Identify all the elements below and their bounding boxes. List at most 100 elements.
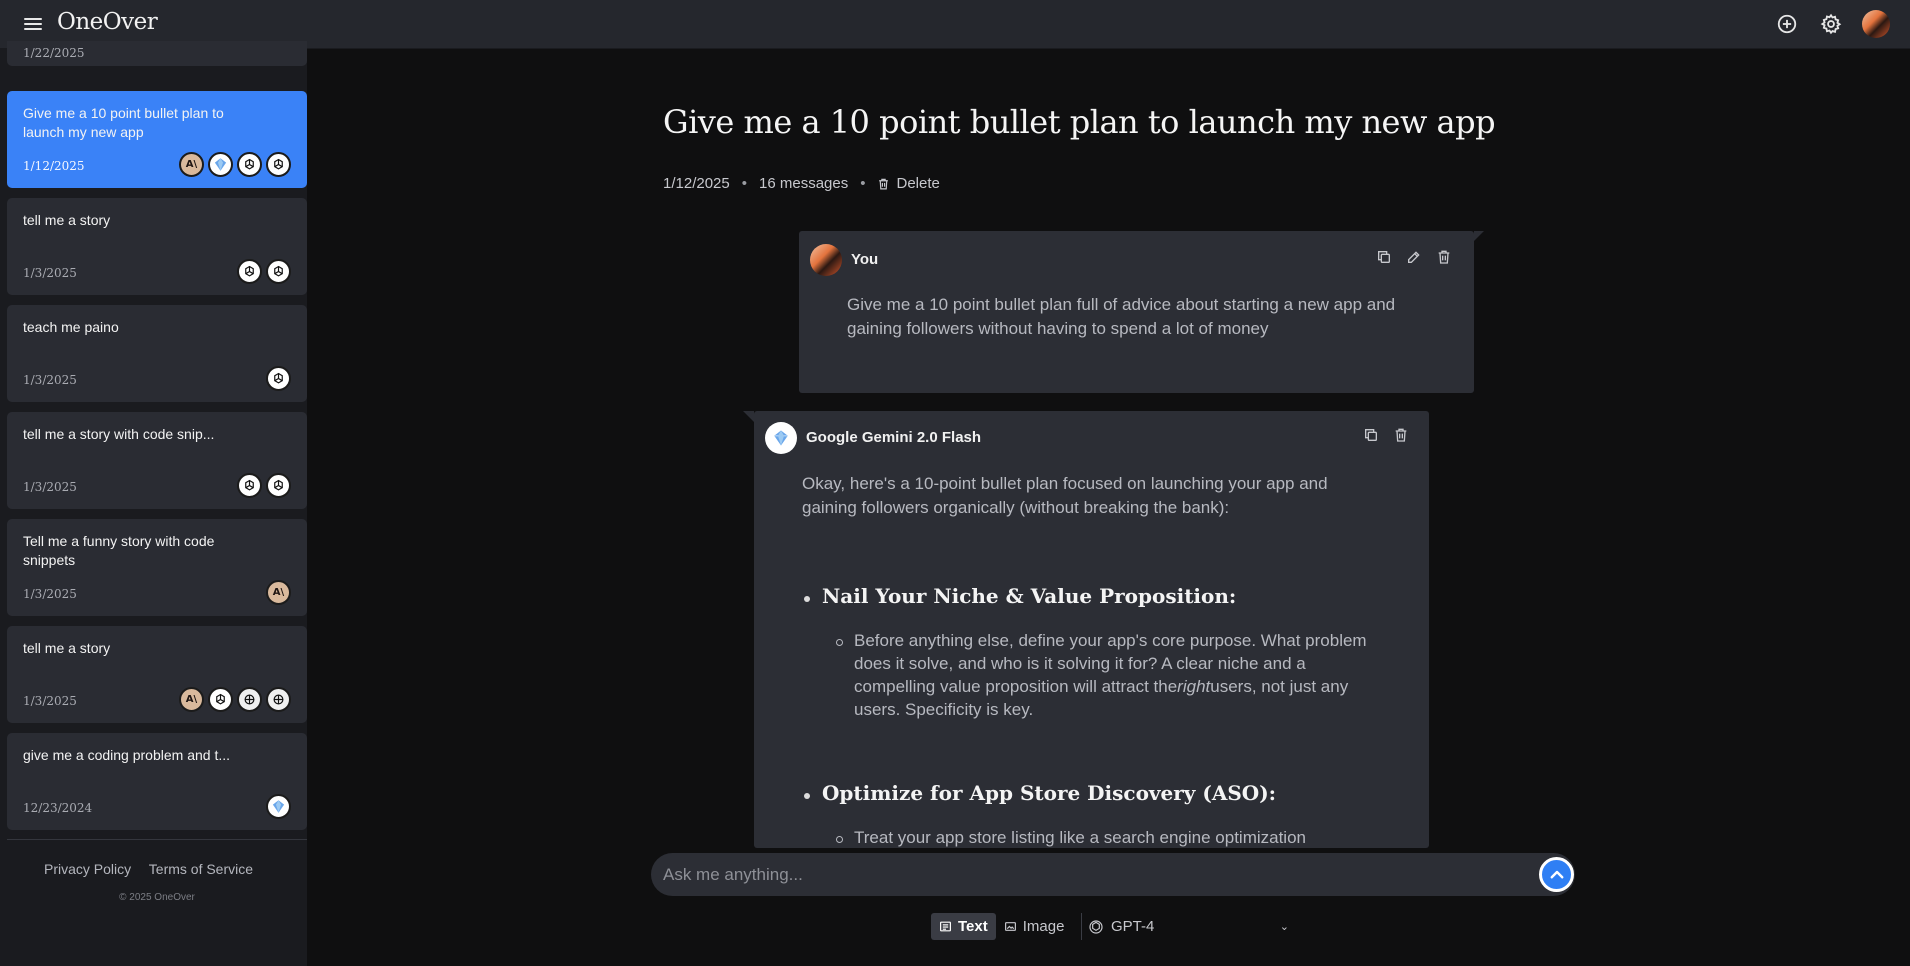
openai-icon (237, 473, 262, 498)
meta-separator: • (860, 175, 866, 192)
chat-item-date: 1/3/2025 (23, 694, 77, 708)
delete-label: Delete (896, 175, 940, 192)
edit-pencil-icon[interactable] (1406, 249, 1422, 265)
chat-history-item[interactable]: teach me paino 1/3/2025 (7, 305, 307, 402)
ai-point-heading: Optimize for App Store Discovery (ASO): (822, 781, 1277, 805)
ai-message-intro: Okay, here's a 10-point bullet plan focu… (802, 474, 1328, 517)
chat-history-item[interactable]: tell me a story 1/3/2025 (7, 198, 307, 295)
ai-point-heading: Nail Your Niche & Value Proposition: (822, 584, 1237, 608)
openai-alt-icon (237, 687, 262, 712)
image-mode-button[interactable]: Image (996, 913, 1073, 940)
chat-item-models: A\ (179, 687, 291, 712)
ai-sender-name: Google Gemini 2.0 Flash (806, 429, 982, 446)
anthropic-icon: A\ (179, 687, 204, 712)
openai-icon (208, 687, 233, 712)
sidebar-footer-links: Privacy Policy Terms of Service (44, 861, 267, 877)
text-mode-button[interactable]: Text (931, 913, 996, 940)
text-mode-label: Text (958, 918, 988, 935)
chat-history-item[interactable]: Tell me a funny story with code snippets… (7, 519, 307, 616)
bullet-marker (804, 596, 810, 602)
ai-point-detail: Treat your app store listing like a sear… (854, 828, 1306, 847)
user-sender-name: You (851, 251, 879, 268)
chat-item-title: tell me a story (23, 212, 111, 228)
image-icon (1004, 922, 1016, 931)
delete-message-icon[interactable] (1436, 249, 1452, 265)
chat-history-item[interactable]: Give me a 10 point bullet plan to launch… (7, 91, 307, 188)
sidebar: 1/22/2025 Give me a 10 point bullet plan … (0, 41, 307, 966)
sidebar-divider (7, 839, 307, 840)
copy-icon[interactable] (1363, 427, 1379, 443)
gemini-avatar-icon (765, 422, 797, 454)
chat-history-item[interactable]: tell me a story with code snip... 1/3/202… (7, 412, 307, 509)
chat-item-date: 12/23/2024 (23, 801, 93, 815)
conversation-title: Give me a 10 point bullet plan to launch… (663, 103, 1496, 141)
send-button[interactable] (1539, 857, 1574, 892)
settings-gear-icon[interactable] (1820, 13, 1842, 35)
user-message-avatar (810, 244, 842, 276)
chat-item-title: Give me a 10 point bullet plan to launch… (23, 105, 224, 140)
delete-conversation-button[interactable]: Delete (877, 175, 940, 192)
text-doc-icon (940, 921, 951, 932)
chat-item-date: 1/3/2025 (23, 373, 77, 387)
delete-message-icon[interactable] (1393, 427, 1409, 443)
chat-history-item[interactable]: give me a coding problem and t... 12/23/2… (7, 733, 307, 830)
bullet-marker (804, 793, 810, 799)
terms-of-service-link[interactable]: Terms of Service (149, 861, 253, 877)
user-message-actions (1376, 249, 1452, 265)
chat-item-title: give me a coding problem and t... (23, 747, 231, 763)
chat-item-date: 1/12/2025 (23, 159, 85, 173)
gemini-icon (208, 152, 233, 177)
chat-item-date: 1/3/2025 (23, 587, 77, 601)
chat-item-title: tell me a story (23, 640, 111, 656)
chat-history-item[interactable]: tell me a story 1/3/2025 A\ (7, 626, 307, 723)
openai-icon (237, 152, 262, 177)
openai-icon (1089, 919, 1103, 934)
conversation-date: 1/12/2025 (663, 175, 730, 192)
conversation-meta: 1/12/2025 • 16 messages • Delete (663, 175, 940, 192)
gemini-icon (266, 794, 291, 819)
openai-icon (266, 152, 291, 177)
chat-item-date: 1/3/2025 (23, 480, 77, 494)
chat-item-models (237, 259, 291, 284)
privacy-policy-link[interactable]: Privacy Policy (44, 861, 131, 877)
copyright-text: © 2025 OneOver (119, 892, 195, 903)
anthropic-icon: A\ (266, 580, 291, 605)
mode-toggle: Text Image (931, 913, 1072, 940)
chat-item-date: 1/22/2025 (23, 46, 85, 60)
user-avatar[interactable] (1862, 10, 1890, 38)
openai-icon (237, 259, 262, 284)
user-message: You Give me a 10 point bullet plan full … (799, 231, 1484, 393)
trash-icon (879, 178, 889, 189)
ai-message: Google Gemini 2.0 Flash Okay, here's a 1… (754, 411, 1429, 848)
sub-bullet-marker (836, 836, 843, 843)
ai-message-actions (1363, 427, 1409, 443)
anthropic-icon: A\ (179, 152, 204, 177)
openai-icon (266, 366, 291, 391)
ai-point-detail: Before anything else, define your app's … (854, 631, 1367, 719)
meta-separator: • (741, 175, 747, 192)
copy-icon[interactable] (1376, 249, 1392, 265)
brand-logo[interactable]: OneOver (57, 9, 158, 35)
ai-message-notch (743, 411, 754, 422)
chat-item-models (266, 794, 291, 819)
openai-icon (266, 259, 291, 284)
arrow-up-icon (1550, 870, 1563, 878)
chat-input[interactable] (663, 861, 1503, 888)
image-mode-label: Image (1022, 918, 1065, 935)
chat-item-models (266, 366, 291, 391)
chat-item-models (237, 473, 291, 498)
chat-item-models: A\ (179, 152, 291, 177)
message-count: 16 messages (759, 175, 849, 192)
chat-composer (651, 853, 1575, 896)
chat-item-title: Tell me a funny story with code snippets (23, 533, 215, 568)
menu-icon[interactable] (24, 15, 42, 33)
user-message-text: Give me a 10 point bullet plan full of a… (847, 295, 1396, 338)
chat-history-item[interactable]: 1/22/2025 (7, 41, 307, 66)
chat-item-title: tell me a story with code snip... (23, 426, 215, 442)
model-selector[interactable]: GPT-4 ⌄ (1081, 913, 1293, 940)
chevron-down-icon: ⌄ (1279, 921, 1289, 933)
new-chat-icon[interactable] (1776, 13, 1798, 35)
chat-item-title: teach me paino (23, 319, 119, 335)
chat-item-models: A\ (266, 580, 291, 605)
sub-bullet-marker (836, 639, 843, 646)
